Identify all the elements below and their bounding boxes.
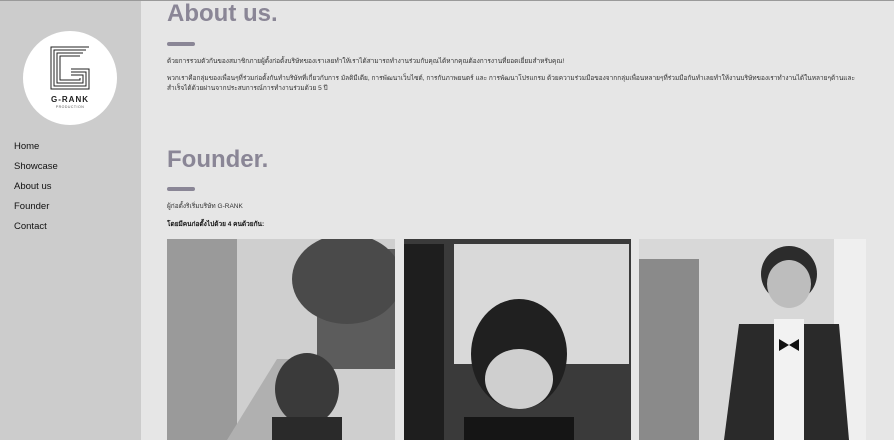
founder-photo-1: [167, 239, 395, 440]
nav-item-about-us[interactable]: About us: [14, 181, 58, 201]
logo-subtitle: PRODUCTION: [55, 105, 85, 109]
sidebar: G-RANK PRODUCTION Home Showcase About us…: [0, 1, 141, 440]
founder-photo-1-icon: [167, 239, 395, 440]
about-paragraph-2: พวกเราคือกลุ่มของเพื่อนๆที่ร่วมก่อตั้งกั…: [167, 75, 855, 92]
nav-item-home[interactable]: Home: [14, 141, 58, 161]
founder-photo-2-icon: [404, 239, 631, 440]
nav-item-founder[interactable]: Founder: [14, 201, 58, 221]
founder-photo-3: [639, 239, 866, 440]
logo-name: G-RANK: [51, 95, 89, 104]
logo[interactable]: G-RANK PRODUCTION: [23, 31, 117, 125]
founder-photo-3-icon: [639, 239, 866, 440]
nav-item-contact[interactable]: Contact: [14, 221, 58, 241]
nav-item-showcase[interactable]: Showcase: [14, 161, 58, 181]
founder-title: Founder.: [167, 146, 269, 173]
founder-line-2: โดยมีคนก่อตั้งไปด้วย 4 คนด้วยกัน:: [167, 221, 265, 228]
about-title: About us.: [167, 0, 278, 27]
about-paragraph-1: ด้วยการรวมตัวกันของสมาชิกภายผู้ตั้งก่อตั…: [167, 58, 565, 65]
g-rank-logo-icon: [50, 46, 90, 90]
founder-photo-2: [404, 239, 631, 440]
founder-line-1: ผู้ก่อตั้งริเริ่มบริษัท G-RANK: [167, 203, 243, 210]
founder-underline: [167, 187, 195, 191]
main-nav: Home Showcase About us Founder Contact: [14, 141, 58, 241]
about-underline: [167, 42, 195, 46]
